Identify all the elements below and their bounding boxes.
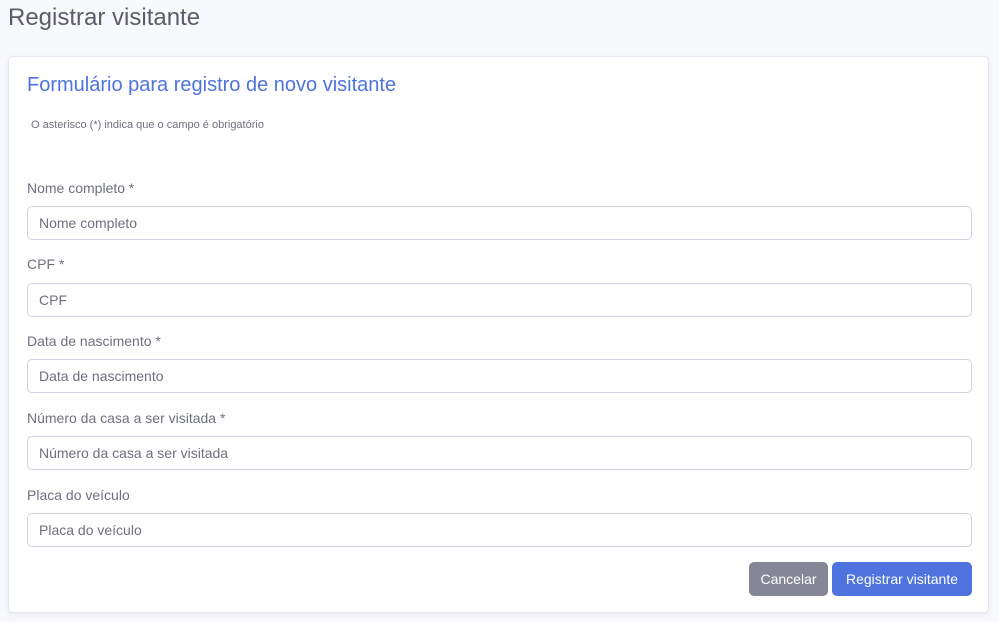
register-visitor-button[interactable]: Registrar visitante [832, 562, 972, 596]
page-title: Registrar visitante [8, 4, 201, 31]
full-name-label: Nome completo * [27, 180, 135, 196]
visitor-form-card: Formulário para registro de novo visitan… [8, 56, 989, 613]
vehicle-plate-label: Placa do veículo [27, 487, 130, 503]
house-number-input[interactable] [27, 436, 972, 470]
form-title: Formulário para registro de novo visitan… [27, 74, 397, 96]
required-fields-note: O asterisco (*) indica que o campo é obr… [31, 119, 264, 131]
cpf-input[interactable] [27, 283, 972, 317]
birth-date-label: Data de nascimento * [27, 333, 161, 349]
full-name-input[interactable] [27, 206, 972, 240]
house-number-label: Número da casa a ser visitada * [27, 410, 226, 426]
vehicle-plate-input[interactable] [27, 513, 972, 547]
cpf-label: CPF * [27, 256, 65, 272]
birth-date-input[interactable] [27, 359, 972, 393]
cancel-button[interactable]: Cancelar [749, 562, 828, 596]
